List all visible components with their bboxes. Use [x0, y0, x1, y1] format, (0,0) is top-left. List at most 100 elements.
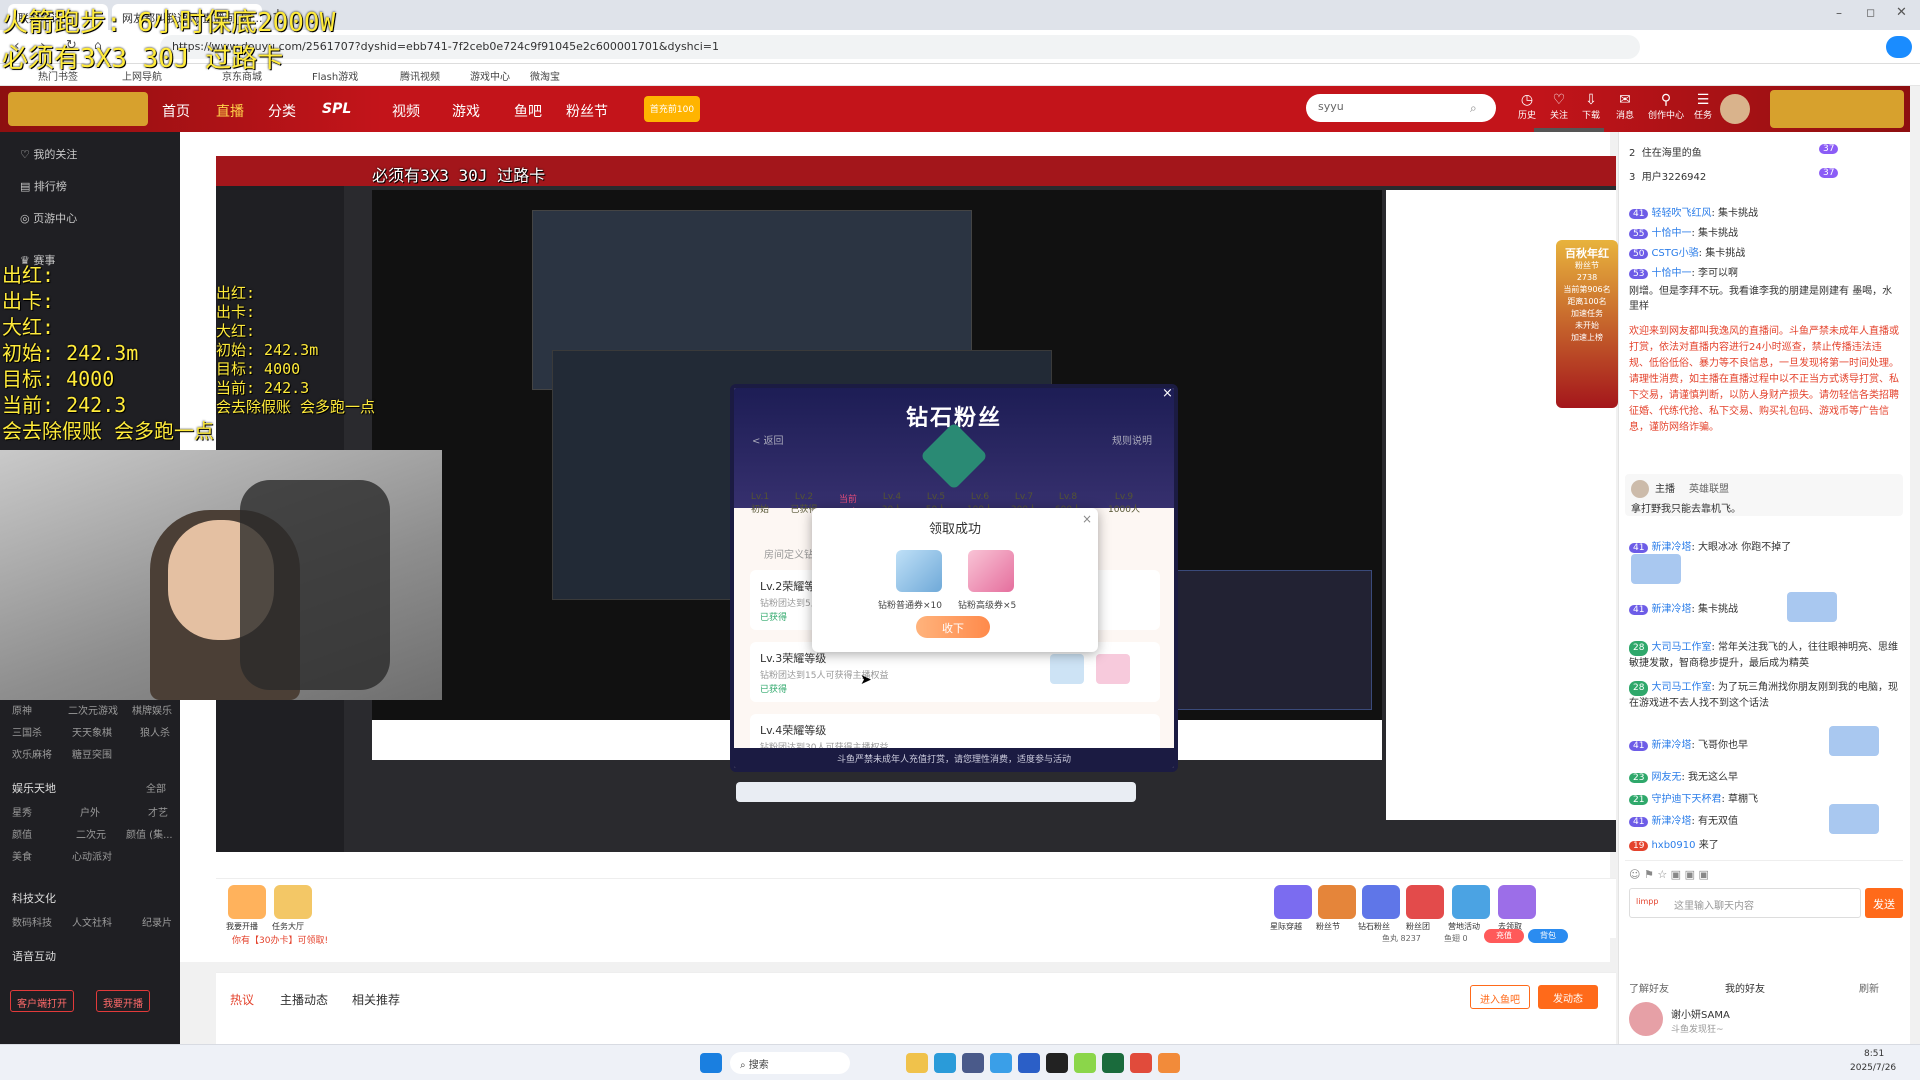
- minimize-icon[interactable]: –: [1836, 6, 1842, 20]
- store-icon[interactable]: [962, 1053, 984, 1073]
- task-button[interactable]: ☰ 任务: [1688, 92, 1718, 121]
- category-link[interactable]: 数码科技: [12, 914, 52, 929]
- chat-message[interactable]: 41 新津冷塔: 集卡挑战: [1629, 600, 1738, 615]
- chat-username[interactable]: 大司马工作室: [1651, 682, 1711, 693]
- collect-button[interactable]: 收下: [916, 616, 990, 638]
- clock-date[interactable]: 2025/7/26: [1850, 1063, 1896, 1073]
- bookmark[interactable]: 腾讯视频: [400, 68, 440, 83]
- post-button[interactable]: 发动态: [1538, 985, 1598, 1009]
- clock-time[interactable]: 8:51: [1864, 1049, 1884, 1059]
- category-link[interactable]: 才艺: [148, 804, 168, 819]
- chat-message[interactable]: 50 CSTG小骆: 集卡挑战: [1629, 244, 1745, 259]
- section-title-tech[interactable]: 科技文化: [12, 890, 56, 906]
- card-notice[interactable]: 你有【30办卡】可领取!: [232, 933, 328, 946]
- avatar[interactable]: [1720, 94, 1750, 124]
- close-window-icon[interactable]: ✕: [1896, 5, 1907, 20]
- chat-username[interactable]: 新津冷塔: [1651, 816, 1691, 827]
- maximize-icon[interactable]: ◻: [1866, 6, 1875, 19]
- gift-icon[interactable]: [1274, 885, 1312, 919]
- category-link[interactable]: 三国杀: [12, 724, 42, 739]
- section-title-voice[interactable]: 语音互动: [12, 948, 56, 964]
- gift-icon[interactable]: [1498, 885, 1536, 919]
- chat-message[interactable]: 41 新津冷塔: 飞哥你也早: [1629, 736, 1748, 751]
- category-link[interactable]: 颜值: [12, 826, 32, 841]
- nav-home[interactable]: 首页: [162, 101, 190, 121]
- section-title-fun[interactable]: 娱乐天地: [12, 780, 56, 796]
- app-icon[interactable]: [1102, 1053, 1124, 1073]
- app-icon[interactable]: [1158, 1053, 1180, 1073]
- nav-fan-festival[interactable]: 粉丝节: [566, 101, 608, 121]
- category-link[interactable]: 棋牌娱乐: [132, 702, 172, 717]
- close-icon[interactable]: ×: [1162, 388, 1173, 401]
- start-stream-icon[interactable]: [228, 885, 266, 919]
- enter-fishbar-button[interactable]: 进入鱼吧: [1470, 985, 1530, 1009]
- download-button[interactable]: ⇩ 下载: [1576, 92, 1606, 121]
- top-fan-row[interactable]: 2 住在海里的鱼: [1629, 144, 1702, 159]
- app-icon[interactable]: [1130, 1053, 1152, 1073]
- promo-badge[interactable]: 首充前100: [644, 96, 700, 122]
- chat-username[interactable]: 十恰中一: [1651, 268, 1691, 279]
- message-button[interactable]: ✉ 消息: [1610, 92, 1640, 121]
- bookmark[interactable]: 游戏中心: [470, 68, 510, 83]
- chat-username[interactable]: 大司马工作室: [1651, 642, 1711, 653]
- chat-message[interactable]: 28 大司马工作室: 为了玩三角洲找你朋友刚到我的电脑，现在游戏进不去人找不到这个…: [1629, 680, 1899, 711]
- bookmark[interactable]: Flash游戏: [312, 68, 358, 83]
- event-banner[interactable]: [1770, 90, 1904, 128]
- sidebar-item-webgame[interactable]: ◎ 页游中心: [20, 210, 77, 226]
- chat-message[interactable]: 53 十恰中一: 李可以啊: [1629, 264, 1738, 279]
- gift-icon[interactable]: [1452, 885, 1490, 919]
- more-link[interactable]: 全部: [146, 780, 166, 795]
- app-icon[interactable]: [990, 1053, 1012, 1073]
- url-field[interactable]: https://www.douyu.com/2561707?dyshid=ebb…: [160, 35, 1640, 59]
- chat-input[interactable]: limpp 这里输入聊天内容: [1629, 888, 1861, 918]
- follow-button[interactable]: ♡ 关注: [1544, 92, 1574, 121]
- gift-icon[interactable]: [1318, 885, 1356, 919]
- folder-icon[interactable]: [906, 1053, 928, 1073]
- chat-username[interactable]: 守护迪下天杯君: [1651, 794, 1721, 805]
- fan-festival-rank-widget[interactable]: 百秋年红 粉丝节 2738 当前第906名 距离100名 加速任务 未开始 加速…: [1556, 240, 1618, 408]
- chat-username[interactable]: 网友无: [1651, 772, 1681, 783]
- app-icon[interactable]: [1046, 1053, 1068, 1073]
- category-link[interactable]: 星秀: [12, 804, 32, 819]
- category-link[interactable]: 欢乐麻将: [12, 746, 52, 761]
- gift-icon[interactable]: [1362, 885, 1400, 919]
- app-icon[interactable]: [1074, 1053, 1096, 1073]
- category-link[interactable]: 颜值 (集...: [126, 826, 173, 841]
- chat-message[interactable]: 19 hxb0910 来了: [1629, 836, 1719, 851]
- chat-tools[interactable]: ☺ ⚑ ☆ ▣ ▣ ▣: [1629, 868, 1709, 881]
- nav-fishbar[interactable]: 鱼吧: [514, 101, 542, 121]
- chat-message[interactable]: 28 大司马工作室: 常年关注我飞的人，往往眼神明亮、思维敏捷发散，智商稳步提升，…: [1629, 640, 1899, 671]
- task-hall-icon[interactable]: [274, 885, 312, 919]
- search-input[interactable]: syyu: [1306, 94, 1496, 122]
- backpack-button[interactable]: 背包: [1528, 929, 1568, 943]
- nav-category[interactable]: 分类: [268, 101, 296, 121]
- back-button[interactable]: < 返回: [752, 432, 784, 447]
- refresh-button[interactable]: 刷新: [1859, 980, 1879, 995]
- host-card[interactable]: 主播 英雄联盟 拿打野我只能去靠机飞。: [1625, 474, 1903, 516]
- recharge-button[interactable]: 充值: [1484, 929, 1524, 943]
- chat-message[interactable]: 41 新津冷塔: 大眼冰冰 你跑不掉了: [1629, 538, 1791, 553]
- category-link[interactable]: 纪录片: [142, 914, 172, 929]
- category-link[interactable]: 美食: [12, 848, 32, 863]
- category-link[interactable]: 糖豆突围: [72, 746, 112, 761]
- friend-name[interactable]: 谢小妍SAMA: [1671, 1006, 1730, 1021]
- history-button[interactable]: ◷ 历史: [1512, 92, 1542, 121]
- category-link[interactable]: 天天象棋: [72, 724, 112, 739]
- send-button[interactable]: 发送: [1865, 888, 1903, 918]
- chat-username[interactable]: 新津冷塔: [1651, 542, 1691, 553]
- chat-message[interactable]: 21 守护迪下天杯君: 草棚飞: [1629, 790, 1758, 805]
- chat-username[interactable]: CSTG小骆: [1651, 248, 1698, 259]
- top-fan-row[interactable]: 3 用户3226942: [1629, 168, 1706, 183]
- category-link[interactable]: 二次元: [76, 826, 106, 841]
- tab-host-activity[interactable]: 主播动态: [280, 991, 328, 1008]
- chat-message[interactable]: 41 轻轻吹飞红风: 集卡挑战: [1629, 204, 1758, 219]
- chat-message[interactable]: 41 新津冷塔: 有无双值: [1629, 812, 1738, 827]
- tab-know-friends[interactable]: 了解好友: [1629, 980, 1669, 995]
- chat-message[interactable]: 55 十恰中一: 集卡挑战: [1629, 224, 1738, 239]
- gift-icon[interactable]: [1406, 885, 1444, 919]
- category-link[interactable]: 原神: [12, 702, 32, 717]
- nav-video[interactable]: 视频: [392, 101, 420, 121]
- chat-username[interactable]: 十恰中一: [1651, 228, 1691, 239]
- edge-icon[interactable]: [934, 1053, 956, 1073]
- nav-games[interactable]: 游戏: [452, 101, 480, 121]
